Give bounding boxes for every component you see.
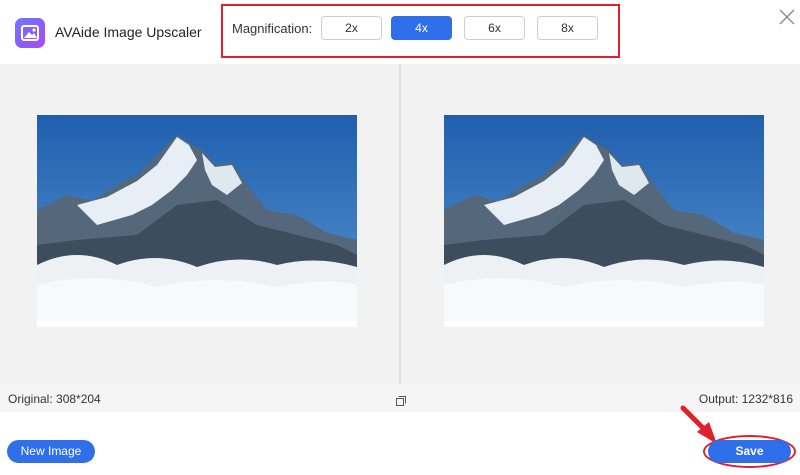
output-preview-pane: [401, 64, 800, 384]
save-button[interactable]: Save: [708, 440, 791, 463]
upscaler-window: AVAide Image Upscaler Magnification: 2x …: [0, 0, 800, 475]
magnification-8x-button[interactable]: 8x: [537, 16, 598, 40]
magnification-label: Magnification:: [232, 21, 313, 36]
original-preview-pane: [0, 64, 399, 384]
original-size-label: Original: 308*204: [8, 392, 101, 406]
image-upscaler-logo-icon: [15, 18, 45, 48]
output-image: [444, 115, 764, 327]
magnification-6x-button[interactable]: 6x: [464, 16, 525, 40]
magnification-4x-button[interactable]: 4x: [391, 16, 452, 40]
app-title: AVAide Image Upscaler: [55, 24, 202, 40]
compare-icon[interactable]: [396, 393, 406, 406]
close-icon[interactable]: [778, 8, 796, 26]
new-image-button[interactable]: New Image: [7, 440, 95, 463]
magnification-2x-button[interactable]: 2x: [321, 16, 382, 40]
original-image: [37, 115, 357, 327]
